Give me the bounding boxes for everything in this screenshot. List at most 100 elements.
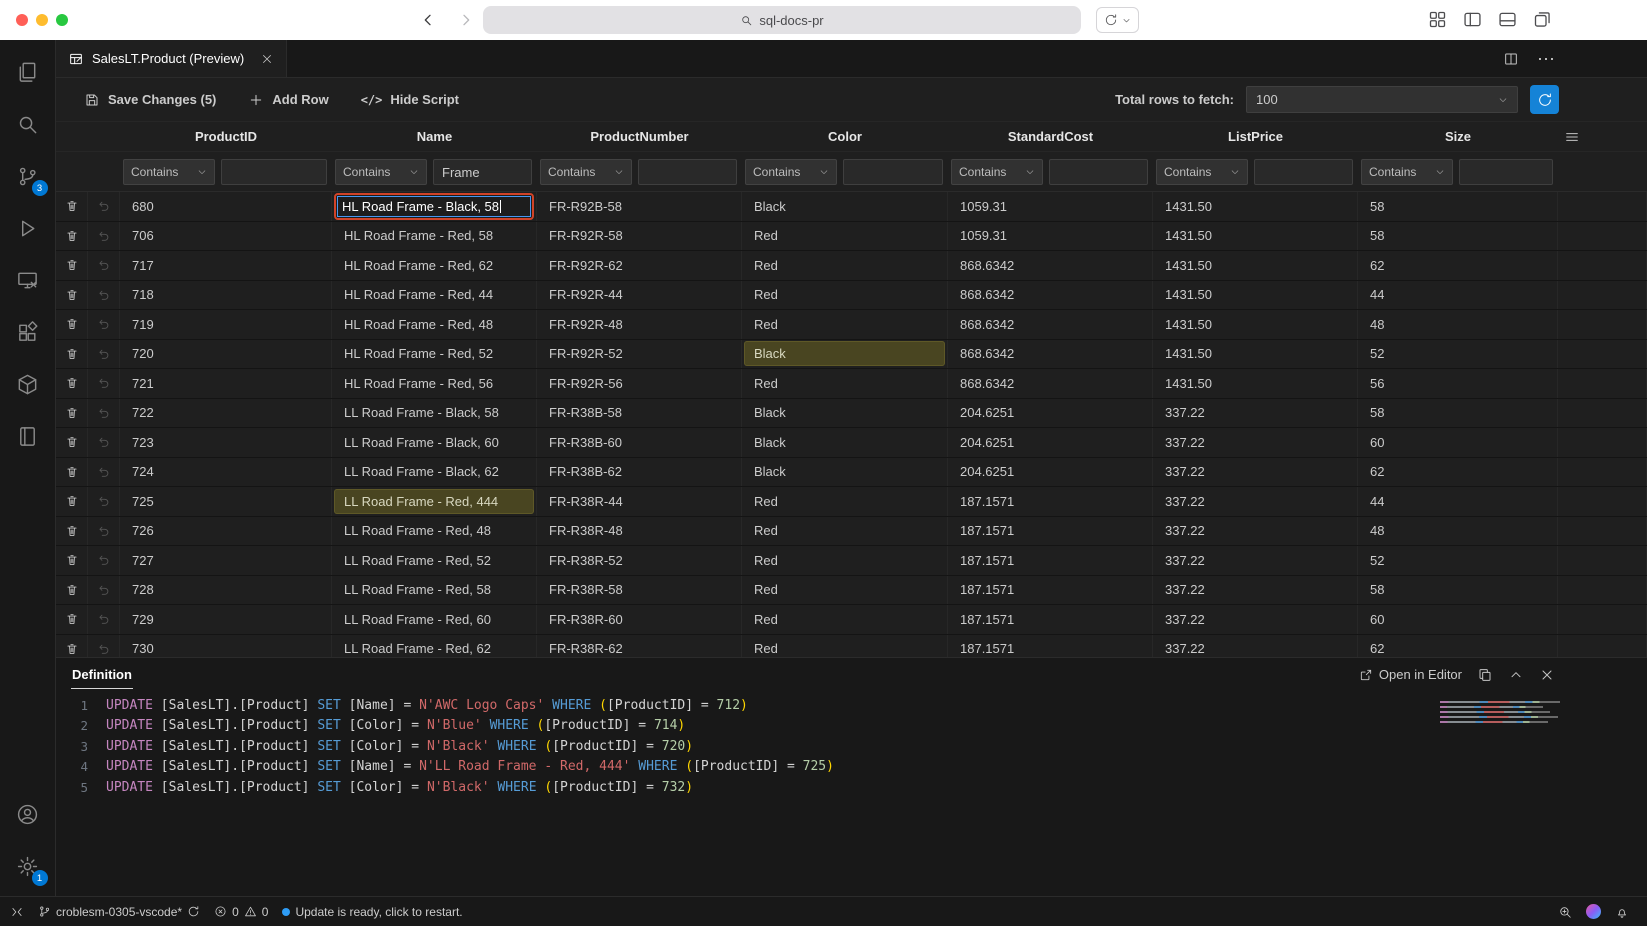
cell-name[interactable]: HL Road Frame - Red, 62: [332, 251, 537, 280]
cell-productid[interactable]: 719: [120, 310, 332, 339]
cell-size[interactable]: 58: [1358, 576, 1558, 605]
table-row[interactable]: 725 LL Road Frame - Red, 444 FR-R38R-44 …: [56, 487, 1647, 517]
cell-listprice[interactable]: 1431.50: [1153, 192, 1358, 221]
undo-row-button[interactable]: [88, 192, 120, 221]
cell-size[interactable]: 62: [1358, 635, 1558, 658]
cell-productid[interactable]: 728: [120, 576, 332, 605]
column-header-productid[interactable]: ProductID: [120, 122, 332, 151]
problems-indicator[interactable]: 0 0: [214, 905, 268, 919]
cell-name[interactable]: HL Road Frame - Red, 44: [332, 281, 537, 310]
cell-color[interactable]: Red: [742, 487, 948, 516]
cell-productnumber[interactable]: FR-R92R-44: [537, 281, 742, 310]
delete-row-button[interactable]: [56, 428, 88, 457]
delete-row-button[interactable]: [56, 369, 88, 398]
browser-address-bar[interactable]: sql-docs-pr: [483, 6, 1081, 34]
cell-size[interactable]: 44: [1358, 281, 1558, 310]
cell-listprice[interactable]: 337.22: [1153, 487, 1358, 516]
minimap[interactable]: [1440, 698, 1560, 726]
undo-row-button[interactable]: [88, 576, 120, 605]
filter-operator-dropdown[interactable]: Contains: [335, 159, 427, 185]
cell-size[interactable]: 48: [1358, 310, 1558, 339]
cell-listprice[interactable]: 1431.50: [1153, 222, 1358, 251]
table-row[interactable]: 721 HL Road Frame - Red, 56 FR-R92R-56 R…: [56, 369, 1647, 399]
filter-input-listprice[interactable]: [1254, 159, 1353, 185]
close-panel-icon[interactable]: [1539, 667, 1555, 683]
total-rows-dropdown[interactable]: 100: [1246, 86, 1518, 113]
column-header-listprice[interactable]: ListPrice: [1153, 122, 1358, 151]
cell-color[interactable]: Red: [742, 576, 948, 605]
undo-row-button[interactable]: [88, 310, 120, 339]
cell-size[interactable]: 58: [1358, 399, 1558, 428]
table-row[interactable]: 720 HL Road Frame - Red, 52 FR-R92R-52 B…: [56, 340, 1647, 370]
delete-row-button[interactable]: [56, 281, 88, 310]
column-header-size[interactable]: Size: [1358, 122, 1558, 151]
delete-row-button[interactable]: [56, 340, 88, 369]
delete-row-button[interactable]: [56, 576, 88, 605]
cell-productid[interactable]: 724: [120, 458, 332, 487]
open-in-editor-button[interactable]: Open in Editor: [1359, 667, 1462, 682]
cell-productid[interactable]: 718: [120, 281, 332, 310]
undo-row-button[interactable]: [88, 487, 120, 516]
cell-color[interactable]: Red: [742, 281, 948, 310]
cell-standardcost[interactable]: 204.6251: [948, 458, 1153, 487]
source-control-icon[interactable]: 3: [0, 150, 56, 202]
cell-productnumber[interactable]: FR-R38R-60: [537, 605, 742, 634]
undo-row-button[interactable]: [88, 428, 120, 457]
cell-productid[interactable]: 730: [120, 635, 332, 658]
cell-color[interactable]: Red: [742, 635, 948, 658]
cell-listprice[interactable]: 337.22: [1153, 635, 1358, 658]
cell-color[interactable]: Red: [742, 251, 948, 280]
table-row[interactable]: 726 LL Road Frame - Red, 48 FR-R38R-48 R…: [56, 517, 1647, 547]
cell-productid[interactable]: 717: [120, 251, 332, 280]
filter-operator-dropdown[interactable]: Contains: [540, 159, 632, 185]
cell-name[interactable]: HL Road Frame - Red, 48: [332, 310, 537, 339]
fullscreen-window-button[interactable]: [56, 14, 68, 26]
filter-operator-dropdown[interactable]: Contains: [1361, 159, 1453, 185]
cell-listprice[interactable]: 337.22: [1153, 399, 1358, 428]
cell-productnumber[interactable]: FR-R92R-52: [537, 340, 742, 369]
branch-indicator[interactable]: croblesm-0305-vscode*: [38, 905, 200, 919]
copilot-icon[interactable]: [1586, 904, 1601, 919]
cell-size[interactable]: 60: [1358, 605, 1558, 634]
cell-name[interactable]: HL Road Frame - Red, 56: [332, 369, 537, 398]
cell-productid[interactable]: 726: [120, 517, 332, 546]
notebooks-icon[interactable]: [0, 410, 56, 462]
table-row[interactable]: 727 LL Road Frame - Red, 52 FR-R38R-52 R…: [56, 546, 1647, 576]
cell-productnumber[interactable]: FR-R38B-58: [537, 399, 742, 428]
cell-color[interactable]: Red: [742, 369, 948, 398]
cell-productid[interactable]: 706: [120, 222, 332, 251]
cell-listprice[interactable]: 337.22: [1153, 428, 1358, 457]
cell-color[interactable]: Black: [742, 192, 948, 221]
filter-input-color[interactable]: [843, 159, 943, 185]
delete-row-button[interactable]: [56, 399, 88, 428]
cell-name[interactable]: LL Road Frame - Red, 58: [332, 576, 537, 605]
cell-name[interactable]: LL Road Frame - Red, 52: [332, 546, 537, 575]
table-row[interactable]: 719 HL Road Frame - Red, 48 FR-R92R-48 R…: [56, 310, 1647, 340]
cell-size[interactable]: 56: [1358, 369, 1558, 398]
delete-row-button[interactable]: [56, 487, 88, 516]
run-debug-icon[interactable]: [0, 202, 56, 254]
cell-standardcost[interactable]: 187.1571: [948, 605, 1153, 634]
cell-productnumber[interactable]: FR-R38R-52: [537, 546, 742, 575]
table-row[interactable]: 723 LL Road Frame - Black, 60 FR-R38B-60…: [56, 428, 1647, 458]
cell-name[interactable]: LL Road Frame - Black, 58: [332, 399, 537, 428]
hide-script-button[interactable]: </> Hide Script: [361, 92, 459, 107]
delete-row-button[interactable]: [56, 635, 88, 658]
delete-row-button[interactable]: [56, 517, 88, 546]
cell-productid[interactable]: 729: [120, 605, 332, 634]
delete-row-button[interactable]: [56, 192, 88, 221]
cell-name[interactable]: LL Road Frame - Red, 62: [332, 635, 537, 658]
tab-salesltproduct[interactable]: SalesLT.Product (Preview): [56, 40, 287, 77]
filter-operator-dropdown[interactable]: Contains: [951, 159, 1043, 185]
undo-row-button[interactable]: [88, 251, 120, 280]
cell-productid[interactable]: 725: [120, 487, 332, 516]
split-editor-icon[interactable]: [1503, 51, 1519, 67]
back-icon[interactable]: [416, 8, 440, 32]
cell-size[interactable]: 58: [1358, 222, 1558, 251]
table-row[interactable]: 717 HL Road Frame - Red, 62 FR-R92R-62 R…: [56, 251, 1647, 281]
cell-standardcost[interactable]: 187.1571: [948, 635, 1153, 658]
remote-indicator[interactable]: [10, 905, 24, 919]
cell-color[interactable]: Black: [742, 399, 948, 428]
filter-operator-dropdown[interactable]: Contains: [1156, 159, 1248, 185]
undo-row-button[interactable]: [88, 546, 120, 575]
